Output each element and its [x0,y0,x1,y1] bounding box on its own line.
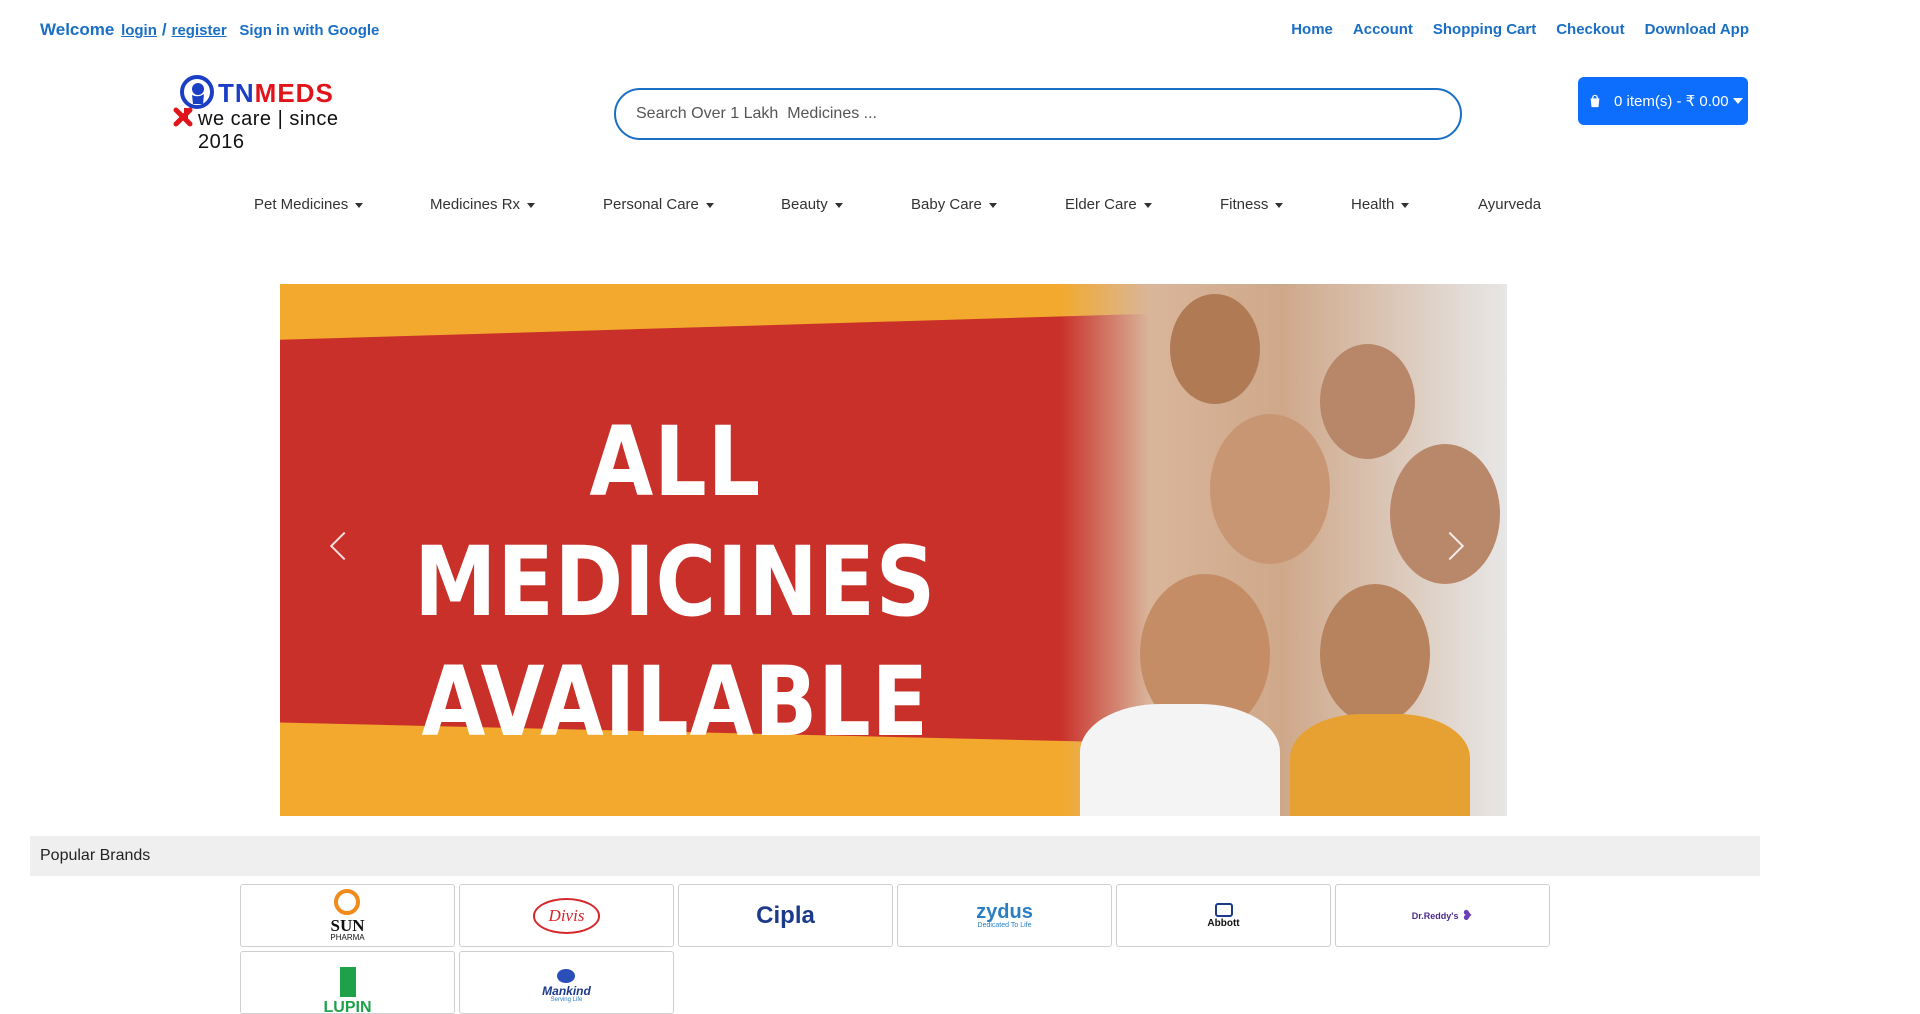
heart-icon: ❥ [1461,907,1474,923]
nav-label: Pet Medicines [254,196,349,213]
brand-mankind[interactable]: Mankind Serving Life [459,951,674,1014]
brand-divis[interactable]: Divis [459,884,674,947]
nav-label: Beauty [781,196,828,213]
abbott-icon [1214,902,1233,917]
caret-down-icon [1275,202,1284,208]
nav-ayurveda[interactable]: Ayurveda [1478,196,1541,213]
brand-logo: LUPIN [323,967,372,1014]
google-signin-link[interactable]: Sign in with Google [239,22,379,39]
checkout-link[interactable]: Checkout [1556,21,1624,38]
face-shape [1170,294,1260,404]
caret-down-icon [527,202,536,208]
nav-label: Ayurveda [1478,196,1542,213]
brand-lupin[interactable]: LUPIN [240,951,455,1014]
logo-text-tn: TN [218,78,255,108]
caret-down-icon [1401,202,1410,208]
welcome-area: Welcome login / register Sign in with Goog… [40,20,381,40]
logo-text-meds: MEDS [254,78,334,108]
caret-down-icon [988,202,997,208]
logo-tagline: we care | since 2016 [198,108,339,153]
doctor-coat-shape [1080,704,1280,816]
popular-brands-title: Popular Brands [40,847,151,864]
nav-label: Medicines Rx [430,196,521,213]
brand-sun-pharma[interactable]: SUN PHARMA [240,884,455,947]
face-shape [1390,444,1500,584]
login-link[interactable]: login [121,22,157,39]
brand-sub: Dedicated To Life [977,922,1032,929]
cart-dropdown-button[interactable]: 0 item(s) - ₹ 0.00 [1578,77,1748,125]
brand-logo: Divis [532,897,601,934]
nav-pet-medicines[interactable]: Pet Medicines [254,196,364,213]
nav-baby-care[interactable]: Baby Care [911,196,997,213]
brand-name: zydus [976,901,1033,923]
brand-logo: SUN PHARMA [330,889,365,942]
brand-logo: Cipla [756,901,815,929]
mankind-icon [557,968,576,983]
nav-personal-care[interactable]: Personal Care [603,196,714,213]
caret-down-icon [1143,202,1152,208]
chevron-down-icon [1732,98,1743,104]
caret-down-icon [355,202,364,208]
shopping-bag-icon [1590,94,1600,108]
brand-cipla[interactable]: Cipla [678,884,893,947]
nav-beauty[interactable]: Beauty [781,196,843,213]
brand-name: SUN [330,916,365,935]
register-link[interactable]: register [172,22,227,39]
sun-icon [334,889,361,915]
login-register-separator: / [161,20,167,39]
home-link[interactable]: Home [1291,21,1333,38]
brand-logo: Abbott [1207,902,1240,929]
brand-name: LUPIN [323,999,372,1014]
welcome-text: Welcome [40,20,115,39]
nav-label: Personal Care [603,196,699,213]
face-shape [1320,344,1415,459]
brand-name: Mankind [542,983,591,998]
nav-health[interactable]: Health [1351,196,1410,213]
download-app-link[interactable]: Download App [1645,21,1749,38]
top-links: Home Account Shopping Cart Checkout Down… [1291,21,1749,38]
brand-logo: Mankind Serving Life [542,968,591,1003]
brand-name: Abbott [1207,917,1240,929]
nav-label: Health [1351,196,1395,213]
brand-abbott[interactable]: Abbott [1116,884,1331,947]
banner-line-1: ALL MEDICINES [414,406,937,638]
site-logo[interactable]: TNMEDS we care | since 2016 [170,72,390,153]
nav-label: Elder Care [1065,196,1137,213]
brand-zydus[interactable]: zydus Dedicated To Life [897,884,1112,947]
saree-shape [1290,714,1470,816]
banner-headline: ALL MEDICINES AVAILABLE [400,402,950,762]
top-bar: Welcome login / register Sign in with Goog… [0,0,1920,60]
nav-label: Fitness [1220,196,1269,213]
nav-medicines-rx[interactable]: Medicines Rx [430,196,536,213]
brand-logo: Dr.Reddy's [1411,910,1459,921]
caret-down-icon [834,202,843,208]
account-link[interactable]: Account [1353,21,1413,38]
brand-dr-reddys[interactable]: Dr.Reddy's ❥ [1335,884,1550,947]
hero-carousel[interactable]: ALL MEDICINES AVAILABLE [280,284,1507,816]
brand-logo: zydus Dedicated To Life [976,902,1033,929]
cart-summary: 0 item(s) - ₹ 0.00 [1614,93,1729,110]
brand-sub: Serving Life [550,996,583,1003]
nav-label: Baby Care [911,196,982,213]
nav-fitness[interactable]: Fitness [1220,196,1284,213]
popular-brands-header: Popular Brands [30,836,1760,876]
logo-wordmark: TNMEDS [218,78,334,109]
face-shape [1320,584,1430,724]
face-shape [1210,414,1330,564]
search-input[interactable] [616,90,1460,138]
search-box [614,88,1462,140]
brand-sub: PHARMA [330,933,365,942]
caret-down-icon [705,202,714,208]
category-nav: Pet Medicines Medicines Rx Personal Care… [0,196,1920,216]
shopping-cart-link[interactable]: Shopping Cart [1433,21,1536,38]
nav-elder-care[interactable]: Elder Care [1065,196,1152,213]
banner-line-2: AVAILABLE [421,646,929,758]
